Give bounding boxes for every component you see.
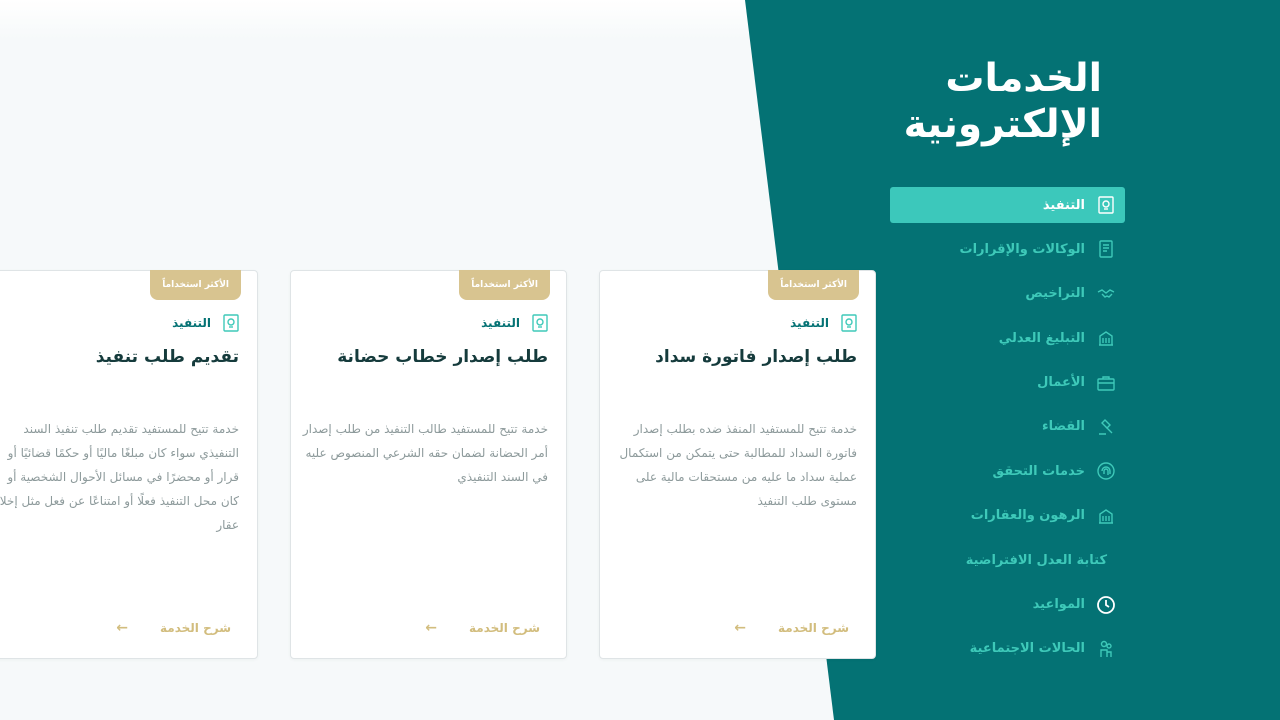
nav-item-mortgages[interactable]: الرهون والعقارات <box>890 498 1125 534</box>
nav-item-judiciary[interactable]: القضاء <box>890 409 1125 445</box>
service-card[interactable]: الأكثر استخداماً التنفيذ طلب إصدار خطاب … <box>290 270 567 659</box>
arrow-left-icon: ← <box>116 620 128 636</box>
document-seal-icon <box>530 313 550 333</box>
nav-item-execution[interactable]: التنفيذ <box>890 187 1125 223</box>
card-category: التنفيذ <box>481 313 550 333</box>
service-explanation-link[interactable]: شرح الخدمة ← <box>116 620 231 636</box>
card-category: التنفيذ <box>172 313 241 333</box>
service-explanation-label: شرح الخدمة <box>778 621 849 635</box>
nav-item-label: التبليغ العدلي <box>998 330 1085 346</box>
arrow-left-icon: ← <box>734 620 746 636</box>
nav-item-label: الرهون والعقارات <box>970 508 1085 524</box>
card-title: طلب إصدار خطاب حضانة <box>337 347 548 367</box>
document-list-icon <box>1095 238 1117 260</box>
handshake-icon <box>1095 283 1117 305</box>
page-title: الخدمات الإلكترونية <box>903 56 1102 147</box>
card-description: خدمة تتيح للمستفيد طالب التنفيذ من طلب إ… <box>302 422 548 484</box>
card-category-label: التنفيذ <box>790 316 829 330</box>
nav-item-verification[interactable]: خدمات التحقق <box>890 453 1125 489</box>
nav-item-virtual-notary[interactable]: كتابة العدل الافتراضية <box>890 542 1125 578</box>
building-icon <box>1095 327 1117 349</box>
most-used-badge: الأكثر استخداماً <box>150 270 241 300</box>
card-description: خدمة تتيح للمستفيد تقديم طلب تنفيذ السند… <box>0 422 239 532</box>
nav-item-label: الوكالات والإقرارات <box>959 241 1085 257</box>
service-card[interactable]: الأكثر استخداماً التنفيذ تقديم طلب تنفيذ… <box>0 270 258 659</box>
nav-item-agencies[interactable]: الوكالات والإقرارات <box>890 231 1125 267</box>
services-nav: التنفيذ الوكالات والإقرارات التراخيص الت… <box>890 187 1125 675</box>
nav-item-label: القضاء <box>1041 419 1085 435</box>
nav-item-label: خدمات التحقق <box>992 463 1086 479</box>
service-explanation-label: شرح الخدمة <box>469 621 540 635</box>
card-title: تقديم طلب تنفيذ <box>95 347 239 367</box>
briefcase-icon <box>1095 372 1117 394</box>
nav-item-judicial-notice[interactable]: التبليغ العدلي <box>890 320 1125 356</box>
service-explanation-label: شرح الخدمة <box>160 621 231 635</box>
nav-item-social-status[interactable]: الحالات الاجتماعية <box>890 631 1125 667</box>
card-category: التنفيذ <box>790 313 859 333</box>
most-used-badge: الأكثر استخداماً <box>459 270 550 300</box>
nav-item-licenses[interactable]: التراخيص <box>890 276 1125 312</box>
card-description: خدمة تتيح للمستفيد المنفذ ضده بطلب إصدار… <box>619 422 857 508</box>
nav-item-label: التنفيذ <box>1042 197 1085 213</box>
people-icon <box>1095 638 1117 660</box>
nav-item-label: كتابة العدل الافتراضية <box>965 552 1107 568</box>
nav-item-business[interactable]: الأعمال <box>890 365 1125 401</box>
fingerprint-icon <box>1095 460 1117 482</box>
building-icon <box>1095 505 1117 527</box>
nav-item-label: التراخيص <box>1025 286 1085 302</box>
clock-icon <box>1095 594 1117 616</box>
document-seal-icon <box>1095 194 1117 216</box>
arrow-left-icon: ← <box>425 620 437 636</box>
gavel-icon <box>1095 416 1117 438</box>
nav-item-label: المواعيد <box>1032 597 1085 613</box>
nav-item-label: الأعمال <box>1037 375 1085 391</box>
nav-item-appointments[interactable]: المواعيد <box>890 587 1125 623</box>
card-title: طلب إصدار فاتورة سداد <box>655 347 857 367</box>
document-seal-icon <box>221 313 241 333</box>
card-category-label: التنفيذ <box>481 316 520 330</box>
card-category-label: التنفيذ <box>172 316 211 330</box>
service-explanation-link[interactable]: شرح الخدمة ← <box>734 620 849 636</box>
most-used-badge: الأكثر استخداماً <box>768 270 859 300</box>
service-card[interactable]: الأكثر استخداماً التنفيذ طلب إصدار فاتور… <box>599 270 876 659</box>
document-seal-icon <box>839 313 859 333</box>
service-explanation-link[interactable]: شرح الخدمة ← <box>425 620 540 636</box>
nav-item-label: الحالات الاجتماعية <box>969 641 1085 657</box>
